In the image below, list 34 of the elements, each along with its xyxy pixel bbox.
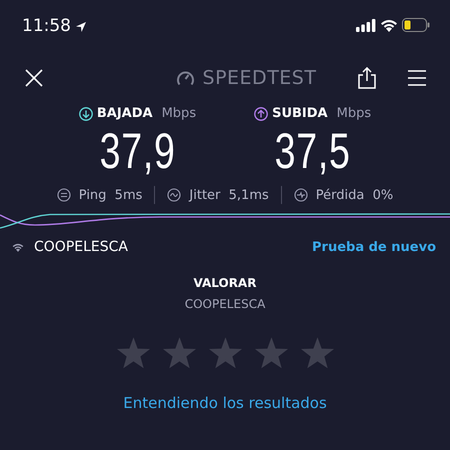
unit-label: Mbps <box>336 105 372 123</box>
loss-icon <box>294 188 308 202</box>
clock: 11:58 <box>22 15 71 38</box>
retry-button[interactable]: Prueba de nuevo <box>312 238 436 258</box>
gauge-icon <box>176 68 195 88</box>
stat-text: Jitter 5,1ms <box>189 186 269 204</box>
wifi-icon <box>380 18 398 32</box>
metric-label: SUBIDA <box>272 105 328 123</box>
signal-icon <box>356 18 376 32</box>
star-icon[interactable] <box>208 337 242 369</box>
stat-text: Pérdida 0% <box>316 186 394 204</box>
unit-label: Mbps <box>162 105 196 123</box>
wifi-icon <box>12 243 24 252</box>
menu-button[interactable] <box>408 70 426 86</box>
metric-label: BAJADA <box>96 105 153 123</box>
ping-icon <box>56 188 71 202</box>
jitter-icon <box>167 188 182 202</box>
network-name: COOPELESCA <box>34 238 128 257</box>
location-arrow-icon <box>75 20 87 33</box>
star-icon[interactable] <box>300 337 334 369</box>
star-rating[interactable] <box>116 337 334 369</box>
share-button[interactable] <box>358 67 376 89</box>
stat-text: Ping 5ms <box>78 186 142 204</box>
provider-name: COOPELESCA <box>184 296 266 313</box>
speed-value: 37,9 <box>99 126 176 176</box>
app-title: SPEEDTEST <box>202 66 316 91</box>
star-icon[interactable] <box>116 337 150 369</box>
battery-icon <box>402 18 430 32</box>
results-link[interactable]: Entendiendo los resultados <box>123 392 327 414</box>
close-button[interactable] <box>24 68 44 88</box>
speed-value: 37,5 <box>274 126 351 176</box>
star-icon[interactable] <box>254 337 288 369</box>
rating-title: VALORAR <box>194 275 256 292</box>
star-icon[interactable] <box>162 337 196 369</box>
